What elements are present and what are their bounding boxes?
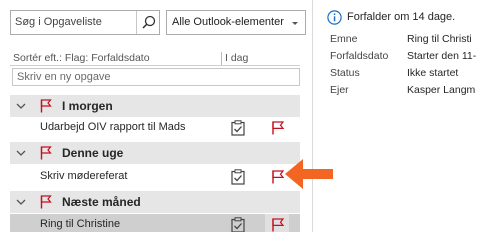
callout-arrow-icon [285,159,333,189]
group-label: Denne uge [62,146,124,160]
flag-icon [40,195,52,209]
search-input[interactable]: Søg i Opgaveliste [10,10,160,35]
group-header-tomorrow[interactable]: I morgen [10,95,300,117]
group-label: I morgen [62,99,113,113]
info-icon [327,10,342,25]
task-title: Ring til Christine [40,218,121,230]
task-row-selected[interactable]: Ring til Christine [10,214,300,232]
group-header-this-week[interactable]: Denne uge [10,142,300,164]
flag-icon[interactable] [271,170,285,184]
sort-label[interactable]: Sortér eft.: Flag: Forfaldsdato [13,52,150,64]
task-title: Udarbejd OIV rapport til Mads [40,121,186,133]
flag-icon [40,146,52,160]
info-banner-text: Forfalder om 14 dage. [347,11,456,23]
property-value: Starter den 11- [407,50,477,62]
search-icon[interactable] [136,11,160,34]
task-list-pane: Søg i Opgaveliste Alle Outlook-elementer… [0,0,306,232]
task-row[interactable]: Skriv mødereferat [10,166,300,188]
search-placeholder: Søg i Opgaveliste [15,16,102,28]
column-divider[interactable] [221,52,222,65]
reading-pane: Forfalder om 14 dage. Emne Ring til Chri… [313,0,480,232]
new-task-placeholder: Skriv en ny opgave [17,71,111,83]
property-value: Ring til Christi [407,33,472,45]
flag-icon[interactable] [271,121,285,135]
property-label: Emne [330,33,358,45]
outlook-tasks-window: Søg i Opgaveliste Alle Outlook-elementer… [0,0,480,232]
sort-header[interactable]: Sortér eft.: Flag: Forfaldsdato I dag [10,52,300,66]
search-bar: Søg i Opgaveliste Alle Outlook-elementer [10,10,306,35]
collapse-chevron-icon[interactable] [16,148,26,158]
new-task-input[interactable]: Skriv en ny opgave [12,68,300,86]
flag-icon[interactable] [271,218,285,232]
property-label: Status [330,67,360,79]
task-title: Skriv mødereferat [40,170,128,182]
task-complete-icon[interactable] [231,169,245,185]
flag-icon [40,99,52,113]
group-header-next-month[interactable]: Næste måned [10,191,300,213]
group-label: Næste måned [62,195,141,209]
search-scope-value: Alle Outlook-elementer [172,16,284,28]
chevron-down-icon [289,17,301,29]
task-complete-icon[interactable] [231,120,245,136]
today-column-header[interactable]: I dag [225,52,248,64]
property-label: Forfaldsdato [330,50,389,62]
search-scope-dropdown[interactable]: Alle Outlook-elementer [166,10,306,35]
property-label: Ejer [330,84,349,96]
property-value: Kasper Langm [407,84,476,96]
collapse-chevron-icon[interactable] [16,197,26,207]
collapse-chevron-icon[interactable] [16,101,26,111]
property-value: Ikke startet [407,67,459,79]
task-row[interactable]: Udarbejd OIV rapport til Mads [10,117,300,139]
task-complete-icon[interactable] [231,217,245,232]
